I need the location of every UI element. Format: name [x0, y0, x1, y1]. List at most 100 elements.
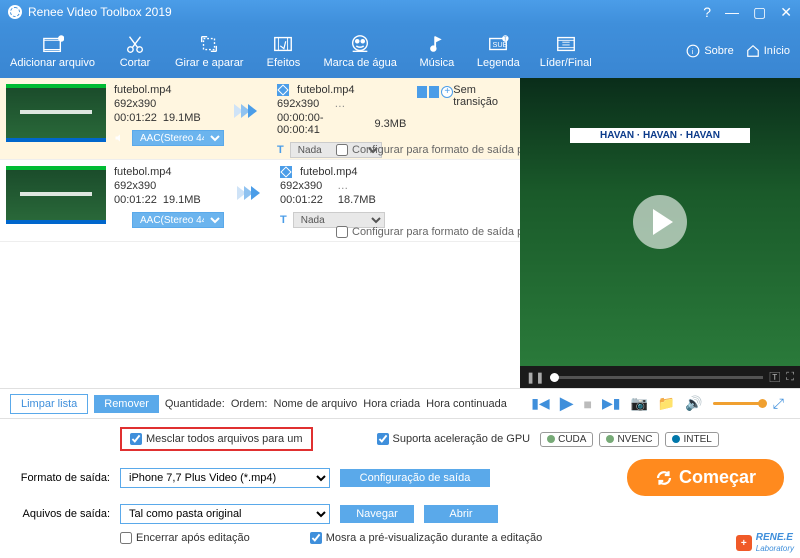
- timecode-icon[interactable]: 🅃: [769, 369, 780, 385]
- file-row[interactable]: futebol.mp4 692x390 00:01:22 19.1MB AAC(…: [0, 78, 520, 160]
- clear-list-button[interactable]: Limpar lista: [10, 394, 88, 414]
- next-button[interactable]: ▶▮: [602, 395, 620, 412]
- out-size: 18.7MB: [338, 194, 376, 206]
- file-list: futebol.mp4 692x390 00:01:22 19.1MB AAC(…: [0, 78, 520, 388]
- output-format-select[interactable]: iPhone 7,7 Plus Video (*.mp4): [120, 468, 330, 488]
- text-icon: T: [280, 214, 287, 226]
- svg-text:i: i: [692, 49, 694, 56]
- start-label: Começar: [679, 467, 756, 488]
- prev-button[interactable]: ▮◀: [531, 395, 549, 412]
- titlebar: Renee Video Toolbox 2019 ? — ▢ ✕: [0, 0, 800, 24]
- out-duration: 00:01:22: [280, 194, 323, 206]
- arrow-icon: [226, 166, 272, 220]
- audio-select[interactable]: AAC(Stereo 44…: [132, 212, 224, 228]
- preview-on-edit-label: Mosra a pré-visualização durante a edita…: [326, 532, 542, 544]
- volume-icon[interactable]: 🔊: [685, 395, 702, 412]
- open-folder-button[interactable]: 📁: [658, 395, 675, 412]
- order-label: Ordem:: [231, 398, 268, 410]
- src-resolution: 692x390: [114, 98, 224, 110]
- out-filename: futebol.mp4: [297, 84, 354, 96]
- home-label: Início: [764, 45, 790, 57]
- gpu-checkbox[interactable]: [377, 433, 389, 445]
- remove-button[interactable]: Remover: [94, 395, 159, 413]
- shutdown-checkbox-wrap[interactable]: Encerrar após editação: [120, 532, 250, 544]
- watermark-label: Marca de água: [323, 57, 396, 69]
- play-button[interactable]: ▶: [560, 393, 574, 414]
- add-file-button[interactable]: Adicionar arquivo: [0, 24, 105, 78]
- merge-checkbox[interactable]: [130, 433, 142, 445]
- start-button[interactable]: Começar: [627, 459, 784, 496]
- order-continued[interactable]: Hora continuada: [426, 398, 507, 410]
- intro-outro-button[interactable]: Líder/Final: [530, 24, 602, 78]
- output-config-button[interactable]: Configuração de saída: [340, 469, 490, 487]
- preview-seekbar[interactable]: ❚❚ 🅃 ⛶: [520, 366, 800, 388]
- text-icon: T: [277, 144, 284, 156]
- edit-icon[interactable]: [280, 166, 292, 178]
- options-panel: Mesclar todos arquivos para um Suporta a…: [0, 418, 800, 558]
- preview-on-edit-wrap[interactable]: Mosra a pré-visualização durante a edita…: [310, 532, 542, 544]
- transition-label: Sem transição: [453, 84, 514, 108]
- refresh-icon: [655, 469, 673, 487]
- shutdown-checkbox[interactable]: [120, 532, 132, 544]
- brand-plus-icon: +: [736, 535, 752, 551]
- about-button[interactable]: i Sobre: [686, 44, 733, 58]
- cut-label: Cortar: [120, 57, 151, 69]
- fullscreen-icon[interactable]: ⛶: [786, 371, 794, 384]
- window-title: Renee Video Toolbox 2019: [28, 5, 172, 19]
- pad-checkbox[interactable]: [336, 226, 348, 238]
- transition-icon[interactable]: +: [417, 86, 453, 98]
- subtitle-label: Legenda: [477, 57, 520, 69]
- close-icon[interactable]: ✕: [780, 4, 792, 21]
- preview-video[interactable]: HAVAN · HAVAN · HAVAN: [520, 78, 800, 366]
- stop-button[interactable]: ■: [584, 396, 592, 412]
- rotate-crop-button[interactable]: Girar e aparar: [165, 24, 253, 78]
- shutdown-label: Encerrar após editação: [136, 532, 250, 544]
- app-logo-icon: [8, 5, 22, 19]
- gpu-checkbox-wrap[interactable]: Suporta aceleração de GPU: [377, 433, 531, 445]
- order-by-time[interactable]: Hora criada: [363, 398, 420, 410]
- speaker-icon: [114, 132, 126, 144]
- home-button[interactable]: Início: [746, 44, 790, 58]
- merge-checkbox-wrap[interactable]: Mesclar todos arquivos para um: [120, 427, 313, 451]
- maximize-icon[interactable]: ▢: [753, 4, 766, 21]
- cut-button[interactable]: Cortar: [105, 24, 165, 78]
- help-icon[interactable]: ?: [703, 4, 711, 21]
- music-label: Música: [419, 57, 454, 69]
- list-control-bar: Limpar lista Remover Quantidade: Ordem: …: [0, 388, 800, 418]
- more-icon[interactable]: …: [334, 98, 345, 110]
- preview-on-edit-checkbox[interactable]: [310, 532, 322, 544]
- file-row[interactable]: futebol.mp4 692x390 00:01:22 19.1MB AAC(…: [0, 160, 520, 242]
- arrow-icon: [224, 84, 269, 138]
- minimize-icon[interactable]: —: [725, 4, 739, 21]
- volume-slider[interactable]: [713, 402, 763, 405]
- subtitle-button[interactable]: SUBT Legenda: [467, 24, 530, 78]
- effects-label: Efeitos: [267, 57, 301, 69]
- output-path-label: Aquivos de saída:: [10, 508, 110, 520]
- output-path-select[interactable]: Tal como pasta original: [120, 504, 330, 524]
- add-file-label: Adicionar arquivo: [10, 57, 95, 69]
- effects-button[interactable]: Efeitos: [253, 24, 313, 78]
- audio-select[interactable]: AAC(Stereo 44…: [132, 130, 224, 146]
- pad-checkbox[interactable]: [336, 144, 348, 156]
- more-icon[interactable]: …: [337, 180, 348, 192]
- out-resolution: 692x390: [280, 180, 322, 192]
- src-duration: 00:01:22: [114, 194, 157, 206]
- order-by-name[interactable]: Nome de arquivo: [274, 398, 358, 410]
- thumbnail: [6, 166, 106, 224]
- intro-label: Líder/Final: [540, 57, 592, 69]
- output-format-label: Formato de saída:: [10, 472, 110, 484]
- edit-icon[interactable]: [277, 84, 289, 96]
- out-resolution: 692x390: [277, 98, 319, 110]
- play-overlay-icon[interactable]: [633, 195, 687, 249]
- main-toolbar: Adicionar arquivo Cortar Girar e aparar …: [0, 24, 800, 78]
- pause-icon[interactable]: ❚❚: [526, 371, 544, 384]
- brand-logo: + RENE.ELaboratory: [736, 532, 794, 554]
- out-size: 9.3MB: [375, 118, 407, 130]
- browse-button[interactable]: Navegar: [340, 505, 414, 523]
- music-button[interactable]: Música: [407, 24, 467, 78]
- capture-button[interactable]: 📷: [630, 395, 647, 412]
- watermark-button[interactable]: Marca de água: [313, 24, 406, 78]
- fullscreen-button[interactable]: ⤢: [773, 395, 784, 412]
- quantity-label: Quantidade:: [165, 398, 225, 410]
- open-button[interactable]: Abrir: [424, 505, 498, 523]
